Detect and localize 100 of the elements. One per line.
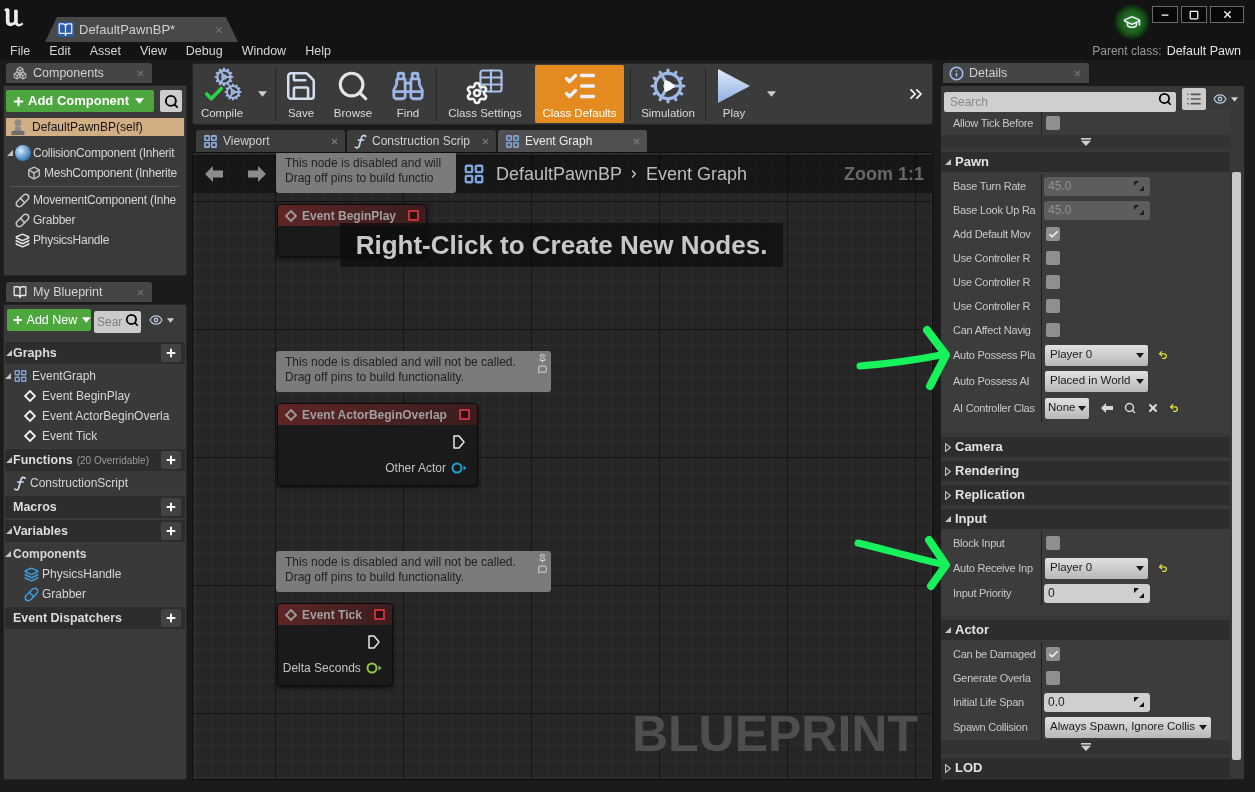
breadcrumb-link[interactable]: DefaultPawnBP [496,160,623,188]
graduation-cap-icon[interactable] [1114,4,1150,40]
checkbox[interactable] [1046,116,1060,130]
menu-item[interactable]: Debug [185,43,223,59]
expanded-triangle-icon[interactable] [5,373,11,379]
exec-pin-icon[interactable] [452,435,465,449]
event-node[interactable]: Event Tick Delta Seconds [277,603,393,686]
play-button[interactable]: Play [712,65,756,123]
checkbox[interactable] [1046,671,1060,685]
search-field[interactable]: Search [944,92,1176,112]
blueprint-item[interactable]: PhysicsHandle [5,564,185,584]
expanded-triangle-icon[interactable] [6,457,12,463]
expand-arrow-icon[interactable] [1079,743,1092,751]
back-arrow-icon[interactable] [205,165,223,183]
eye-icon[interactable] [147,313,165,327]
collapsed-triangle-icon[interactable] [945,763,951,773]
category-title[interactable]: Camera [955,437,1003,457]
search-field[interactable]: Sear [94,311,141,333]
search-button[interactable] [160,90,182,112]
save-button[interactable]: Save [282,65,320,123]
component-item[interactable]: PhysicsHandle [6,230,184,250]
panel-tab[interactable]: Components [6,63,152,83]
component-item[interactable]: MeshComponent (Inherite [6,163,184,183]
class-settings-button[interactable]: Class Settings [443,65,527,123]
editor-tab[interactable]: Construction Scrip [347,130,496,152]
checkbox[interactable] [1046,275,1060,289]
pin-icon[interactable] [538,554,547,563]
reset-arrow-icon[interactable] [1158,563,1168,573]
component-item[interactable]: CollisionComponent (Inherit [6,143,184,163]
checkbox[interactable] [1046,647,1060,661]
eye-icon[interactable] [1211,92,1229,106]
expanded-triangle-icon[interactable] [6,528,12,534]
left-arrow-icon[interactable] [1100,403,1113,413]
panel-tab[interactable]: Details [943,63,1089,83]
event-node[interactable]: Event ActorBeginOverlap Other Actor [277,403,478,486]
category-title[interactable]: Pawn [955,152,989,172]
dropdown-select[interactable]: Player 0 [1045,557,1148,579]
view-options-button[interactable] [1182,88,1206,110]
menu-item[interactable]: View [139,43,167,59]
dropdown-select[interactable]: Always Spawn, Ignore Collis [1045,716,1212,738]
category-title[interactable]: Actor [955,620,989,640]
close-button[interactable] [1210,6,1244,23]
add-button[interactable] [161,344,181,362]
expand-arrow-icon[interactable] [1079,137,1092,146]
exec-pin-icon[interactable] [367,635,380,649]
section-title[interactable]: Functions [13,450,73,470]
menu-item[interactable]: Help [305,43,331,59]
close-icon[interactable] [481,136,490,146]
expanded-triangle-icon[interactable] [7,150,13,156]
expanded-triangle-icon[interactable] [945,627,951,633]
compile-button[interactable]: Compile [197,65,247,123]
minimize-button[interactable] [1152,6,1178,23]
menu-item[interactable]: Window [241,43,287,59]
component-item[interactable]: Grabber [6,210,184,230]
blueprint-item[interactable]: EventGraph [5,366,185,386]
caret-icon[interactable] [1231,96,1238,102]
simulation-button[interactable]: Simulation [637,65,699,123]
category-title[interactable]: LOD [955,758,983,778]
number-field[interactable]: 0.0 [1044,692,1150,712]
collapsed-triangle-icon[interactable] [945,490,951,500]
blueprint-item[interactable]: Grabber [5,584,185,604]
reset-arrow-icon[interactable] [1168,403,1179,413]
pin-icon[interactable] [538,354,547,363]
reset-arrow-icon[interactable] [1158,350,1168,360]
scrollbar-thumb[interactable] [1232,172,1241,760]
square-pin-icon[interactable] [458,409,470,420]
add-button[interactable] [161,522,181,540]
square-pin-icon[interactable] [373,609,385,620]
number-field[interactable]: 0 [1044,583,1150,603]
component-item[interactable]: MovementComponent (Inhe [6,190,184,210]
blueprint-item[interactable]: Event Tick [5,426,185,446]
expanded-triangle-icon[interactable] [5,551,11,557]
breadcrumb-link[interactable]: Event Graph [646,160,748,188]
blueprint-item[interactable]: Event ActorBeginOverla [5,406,185,426]
checkbox[interactable] [1046,299,1060,313]
checkbox[interactable] [1046,227,1060,241]
data-pin-icon[interactable] [450,462,467,474]
menu-item[interactable]: Edit [49,43,71,59]
panel-tab[interactable]: My Blueprint [6,282,152,302]
checkbox[interactable] [1046,323,1060,337]
search-icon[interactable] [1123,402,1136,414]
square-pin-icon[interactable] [408,210,420,221]
component-item[interactable]: DefaultPawnBP(self) [6,118,184,136]
document-tab[interactable]: DefaultPawnBP* [45,17,238,42]
editor-tab[interactable]: Viewport [196,130,345,152]
add-button[interactable] [161,498,181,516]
checkbox[interactable] [1046,251,1060,265]
expanded-triangle-icon[interactable] [945,516,951,522]
expanded-triangle-icon[interactable] [6,350,12,356]
collapsed-triangle-icon[interactable] [945,466,951,476]
category-title[interactable]: Input [955,509,987,529]
add-button[interactable] [161,451,181,469]
editor-tab[interactable]: Event Graph [498,130,647,152]
forward-arrow-icon[interactable] [248,165,266,183]
checkbox[interactable] [1046,536,1060,550]
data-pin-icon[interactable] [365,662,382,674]
dropdown-select[interactable]: Player 0 [1045,344,1148,366]
parent-class-link[interactable]: Default Pawn [1166,41,1241,61]
dropdown-select[interactable]: Placed in World [1045,370,1148,392]
class-picker[interactable]: None [1045,397,1089,419]
